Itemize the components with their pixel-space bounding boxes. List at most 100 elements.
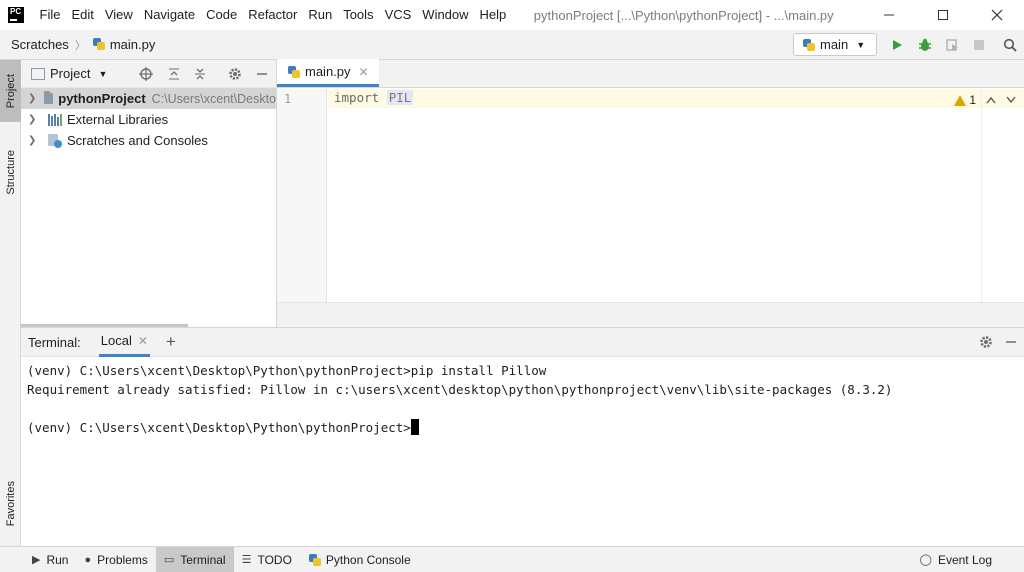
tree-item-label: External Libraries: [67, 112, 168, 127]
window-title: pythonProject [...\Python\pythonProject]…: [534, 8, 834, 23]
menu-file[interactable]: File: [34, 0, 66, 30]
hide-panel-icon[interactable]: [254, 66, 270, 82]
terminal-tab-label: Local: [101, 333, 132, 348]
todo-tool-tab[interactable]: ☰TODO: [234, 547, 300, 572]
close-tab-icon[interactable]: ✕: [138, 334, 148, 348]
tree-item-scratches[interactable]: ❯ Scratches and Consoles: [21, 130, 276, 151]
editor-tab-label: main.py: [305, 64, 351, 79]
gear-icon[interactable]: [979, 335, 993, 352]
terminal-tab-local[interactable]: Local ✕: [99, 328, 150, 357]
bug-icon: [918, 38, 932, 52]
menu-run[interactable]: Run: [303, 0, 338, 30]
run-icon: ▶: [32, 553, 40, 566]
event-log-icon: ◯: [920, 553, 932, 566]
terminal-cursor: [411, 419, 419, 435]
run-tool-tab-label: Run: [46, 553, 68, 567]
terminal-icon: ▭: [164, 553, 174, 566]
menu-edit[interactable]: Edit: [66, 0, 99, 30]
folder-icon: [44, 93, 54, 104]
project-tool-tab-label: Project: [5, 74, 17, 108]
close-tab-icon[interactable]: ✕: [359, 65, 369, 79]
stop-icon: [973, 39, 985, 51]
close-window-button[interactable]: [970, 0, 1024, 30]
search-everywhere-button[interactable]: [1001, 36, 1019, 54]
editor-gutter: 1: [277, 89, 327, 302]
breadcrumb-main-py[interactable]: main.py: [92, 37, 156, 52]
gear-icon[interactable]: [227, 66, 243, 82]
terminal-line: Requirement already satisfied: Pillow in…: [27, 380, 1018, 399]
collapse-all-icon[interactable]: [192, 66, 208, 82]
locate-file-icon[interactable]: [138, 66, 154, 82]
terminal-output[interactable]: (venv) C:\Users\xcent\Desktop\Python\pyt…: [21, 357, 1024, 441]
structure-tool-tab[interactable]: Structure: [0, 138, 21, 206]
favorites-tool-tab[interactable]: Favorites: [0, 468, 21, 540]
maximize-button[interactable]: [916, 0, 970, 30]
code-keyword: import: [334, 90, 379, 105]
code-module: PIL: [387, 90, 414, 105]
menu-navigate[interactable]: Navigate: [138, 0, 200, 30]
terminal-tool-tab[interactable]: ▭Terminal: [156, 547, 234, 572]
line-number: 1: [284, 92, 291, 106]
close-icon: [991, 9, 1003, 21]
problems-tool-tab-label: Problems: [97, 553, 148, 567]
horizontal-scrollbar[interactable]: [21, 324, 188, 327]
python-console-tool-tab-label: Python Console: [326, 553, 411, 567]
project-panel-header: Project ▼: [21, 60, 276, 88]
warning-count-label: 1: [969, 93, 976, 107]
navigation-bar: Scratches 〉 main.py main ▼: [0, 30, 1024, 60]
chevron-down-icon[interactable]: ▼: [98, 69, 107, 79]
menu-view[interactable]: View: [99, 0, 138, 30]
next-highlight-icon[interactable]: [1006, 93, 1016, 107]
bottom-tool-stripe: ▶ Run ● Problems ▭Terminal ☰TODO Python Co…: [0, 546, 1024, 572]
hide-panel-icon[interactable]: [1004, 335, 1018, 352]
problems-icon: ●: [84, 554, 91, 566]
breadcrumb-scratches[interactable]: Scratches: [0, 37, 69, 52]
python-console-tool-tab[interactable]: Python Console: [300, 547, 419, 572]
menu-tools[interactable]: Tools: [338, 0, 379, 30]
run-tool-tab[interactable]: ▶ Run: [24, 547, 76, 572]
editor-area: main.py ✕ 1 import PIL 1: [277, 60, 1024, 327]
menu-vcs[interactable]: VCS: [379, 0, 417, 30]
event-log-tool-tab-label: Event Log: [938, 553, 992, 567]
current-line-highlight: [328, 89, 1024, 108]
chevron-down-icon: ▼: [856, 40, 865, 50]
stop-button[interactable]: [970, 36, 988, 54]
problems-tool-tab[interactable]: ● Problems: [76, 547, 155, 572]
warning-count[interactable]: 1: [954, 93, 976, 107]
project-tool-window: Project ▼ ❯ pythonProject C:\Users\xcent…: [21, 60, 277, 327]
menu-window[interactable]: Window: [417, 0, 474, 30]
left-tool-stripe: Project Structure Favorites: [0, 60, 21, 546]
tree-item-python-project[interactable]: ❯ pythonProject C:\Users\xcent\Deskto: [21, 88, 276, 109]
todo-tool-tab-label: TODO: [257, 553, 291, 567]
inspection-widget[interactable]: 1: [954, 93, 1016, 107]
menu-code[interactable]: Code: [201, 0, 243, 30]
terminal-prompt: (venv) C:\Users\xcent\Desktop\Python\pyt…: [27, 420, 411, 435]
event-log-tool-tab[interactable]: ◯ Event Log: [912, 547, 1000, 572]
project-tool-tab[interactable]: Project: [0, 60, 21, 122]
terminal-line-empty: ​: [27, 399, 1018, 418]
run-with-coverage-button[interactable]: [943, 36, 961, 54]
code-editor[interactable]: import PIL: [328, 89, 980, 302]
editor-tab-main-py[interactable]: main.py ✕: [277, 59, 379, 87]
new-terminal-tab-icon[interactable]: +: [166, 332, 176, 352]
run-button[interactable]: [888, 36, 906, 54]
code-line-1: import PIL: [334, 90, 413, 105]
run-configuration-label: main: [820, 37, 848, 52]
previous-highlight-icon[interactable]: [986, 93, 996, 107]
tree-item-external-libraries[interactable]: ❯ External Libraries: [21, 109, 276, 130]
maximize-icon: [937, 9, 949, 21]
debug-button[interactable]: [916, 36, 934, 54]
chevron-right-icon[interactable]: ❯: [28, 135, 42, 146]
menu-refactor[interactable]: Refactor: [243, 0, 303, 30]
breadcrumb-separator-icon: 〉: [75, 37, 86, 53]
run-configuration-select[interactable]: main ▼: [793, 33, 877, 56]
menu-help[interactable]: Help: [474, 0, 512, 30]
editor-scrollbar[interactable]: [981, 89, 1024, 302]
expand-all-icon[interactable]: [166, 66, 182, 82]
project-panel-title[interactable]: Project: [50, 66, 90, 81]
chevron-right-icon[interactable]: ❯: [28, 114, 42, 125]
minimize-button[interactable]: [862, 0, 916, 30]
chevron-right-icon[interactable]: ❯: [28, 93, 38, 104]
python-file-icon: [287, 65, 301, 79]
title-menu-bar: PC File Edit View Navigate Code Refactor…: [0, 0, 1024, 30]
